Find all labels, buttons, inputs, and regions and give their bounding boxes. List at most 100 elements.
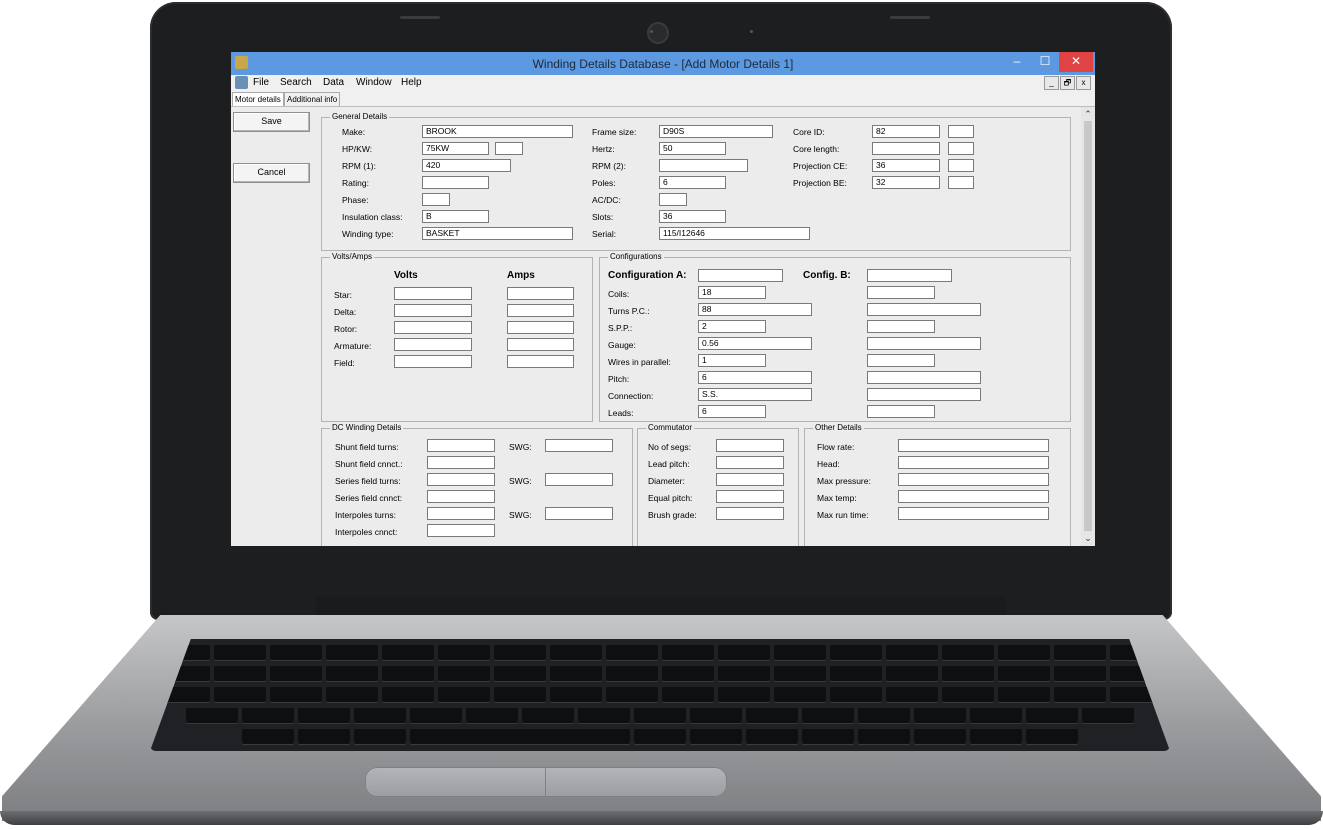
field-volts-field[interactable] bbox=[394, 355, 472, 368]
core-length-field[interactable] bbox=[872, 142, 940, 155]
close-button[interactable]: ✕ bbox=[1059, 52, 1093, 72]
star-volts-field[interactable] bbox=[394, 287, 472, 300]
tab-additional-info[interactable]: Additional info bbox=[284, 92, 341, 106]
shunt-cnnct-field[interactable] bbox=[427, 456, 495, 469]
turns-a-field[interactable]: 88 bbox=[698, 303, 812, 316]
wires-a-field[interactable]: 1 bbox=[698, 354, 766, 367]
star-label: Star: bbox=[334, 290, 352, 300]
connection-a-field[interactable]: S.S. bbox=[698, 388, 812, 401]
proj-be-extra-field[interactable] bbox=[948, 176, 974, 189]
coils-a-field[interactable]: 18 bbox=[698, 286, 766, 299]
scroll-thumb[interactable] bbox=[1084, 121, 1092, 531]
field-amps-field[interactable] bbox=[507, 355, 574, 368]
series-turns-field[interactable] bbox=[427, 473, 495, 486]
star-amps-field[interactable] bbox=[507, 287, 574, 300]
core-id-field[interactable]: 82 bbox=[872, 125, 940, 138]
volts-header: Volts bbox=[394, 270, 418, 281]
minimize-button[interactable]: – bbox=[1003, 52, 1031, 72]
webcam-icon bbox=[647, 22, 669, 44]
armature-amps-field[interactable] bbox=[507, 338, 574, 351]
winding-type-field[interactable]: BASKET bbox=[422, 227, 573, 240]
hertz-field[interactable]: 50 bbox=[659, 142, 726, 155]
config-a-label: Configuration A: bbox=[608, 270, 687, 281]
interpoles-cnnct-field[interactable] bbox=[427, 524, 495, 537]
hpkw-field[interactable]: 75KW bbox=[422, 142, 489, 155]
rotor-amps-field[interactable] bbox=[507, 321, 574, 334]
gauge-b-field[interactable] bbox=[867, 337, 981, 350]
maximize-button[interactable]: ☐ bbox=[1031, 52, 1059, 72]
mdi-restore-button[interactable]: 🗗 bbox=[1060, 76, 1075, 90]
pitch-a-field[interactable]: 6 bbox=[698, 371, 812, 384]
proj-ce-field[interactable]: 36 bbox=[872, 159, 940, 172]
proj-ce-extra-field[interactable] bbox=[948, 159, 974, 172]
cancel-button[interactable]: Cancel bbox=[233, 163, 310, 183]
spp-a-field[interactable]: 2 bbox=[698, 320, 766, 333]
flow-rate-field[interactable] bbox=[898, 439, 1049, 452]
rpm2-field[interactable] bbox=[659, 159, 748, 172]
phase-field[interactable] bbox=[422, 193, 450, 206]
acdc-field[interactable] bbox=[659, 193, 687, 206]
equal-pitch-field[interactable] bbox=[716, 490, 784, 503]
pitch-label: Pitch: bbox=[608, 374, 630, 384]
spp-b-field[interactable] bbox=[867, 320, 935, 333]
sensor-dot bbox=[650, 30, 653, 33]
shunt-turns-field[interactable] bbox=[427, 439, 495, 452]
armature-volts-field[interactable] bbox=[394, 338, 472, 351]
head-label: Head: bbox=[817, 459, 840, 469]
shunt-swg-field[interactable] bbox=[545, 439, 613, 452]
config-a-field[interactable] bbox=[698, 269, 783, 282]
tab-motor-details[interactable]: Motor details bbox=[232, 92, 284, 106]
wires-b-field[interactable] bbox=[867, 354, 935, 367]
scroll-up-icon[interactable]: ⌃ bbox=[1081, 109, 1095, 120]
leads-a-field[interactable]: 6 bbox=[698, 405, 766, 418]
menu-help[interactable]: Help bbox=[401, 77, 422, 88]
menu-file[interactable]: File bbox=[253, 77, 269, 88]
menu-window[interactable]: Window bbox=[356, 77, 392, 88]
frame-size-field[interactable]: D90S bbox=[659, 125, 773, 138]
core-length-extra-field[interactable] bbox=[948, 142, 974, 155]
interpoles-swg-field[interactable] bbox=[545, 507, 613, 520]
poles-field[interactable]: 6 bbox=[659, 176, 726, 189]
make-field[interactable]: BROOK bbox=[422, 125, 573, 138]
max-temp-field[interactable] bbox=[898, 490, 1049, 503]
coils-b-field[interactable] bbox=[867, 286, 935, 299]
rotor-volts-field[interactable] bbox=[394, 321, 472, 334]
series-swg-field[interactable] bbox=[545, 473, 613, 486]
title-bar: Winding Details Database - [Add Motor De… bbox=[231, 52, 1095, 75]
insulation-field[interactable]: B bbox=[422, 210, 489, 223]
rpm1-field[interactable]: 420 bbox=[422, 159, 511, 172]
connection-b-field[interactable] bbox=[867, 388, 981, 401]
interpoles-turns-field[interactable] bbox=[427, 507, 495, 520]
turns-b-field[interactable] bbox=[867, 303, 981, 316]
menu-search[interactable]: Search bbox=[280, 77, 312, 88]
max-run-time-field[interactable] bbox=[898, 507, 1049, 520]
max-pressure-field[interactable] bbox=[898, 473, 1049, 486]
mdi-close-button[interactable]: x bbox=[1076, 76, 1091, 90]
mdi-minimize-button[interactable]: _ bbox=[1044, 76, 1059, 90]
hpkw-unit-field[interactable] bbox=[495, 142, 523, 155]
series-cnnct-field[interactable] bbox=[427, 490, 495, 503]
delta-amps-field[interactable] bbox=[507, 304, 574, 317]
head-field[interactable] bbox=[898, 456, 1049, 469]
delta-volts-field[interactable] bbox=[394, 304, 472, 317]
leads-b-field[interactable] bbox=[867, 405, 935, 418]
commutator-group: Commutator No of segs: Lead pitch: Diame… bbox=[637, 423, 799, 546]
lead-pitch-field[interactable] bbox=[716, 456, 784, 469]
config-b-field[interactable] bbox=[867, 269, 952, 282]
brush-grade-field[interactable] bbox=[716, 507, 784, 520]
menu-data[interactable]: Data bbox=[323, 77, 344, 88]
diameter-field[interactable] bbox=[716, 473, 784, 486]
core-id-extra-field[interactable] bbox=[948, 125, 974, 138]
serial-field[interactable]: 115/I12646 bbox=[659, 227, 810, 240]
gauge-a-field[interactable]: 0.56 bbox=[698, 337, 812, 350]
segs-field[interactable] bbox=[716, 439, 784, 452]
swg-label: SWG: bbox=[509, 476, 532, 486]
proj-be-field[interactable]: 32 bbox=[872, 176, 940, 189]
save-button[interactable]: Save bbox=[233, 112, 310, 132]
slots-field[interactable]: 36 bbox=[659, 210, 726, 223]
pitch-b-field[interactable] bbox=[867, 371, 981, 384]
slots-label: Slots: bbox=[592, 212, 614, 222]
scroll-down-icon[interactable]: ⌄ bbox=[1081, 533, 1095, 544]
rating-field[interactable] bbox=[422, 176, 489, 189]
vertical-scrollbar[interactable]: ⌃ ⌄ bbox=[1081, 107, 1095, 546]
